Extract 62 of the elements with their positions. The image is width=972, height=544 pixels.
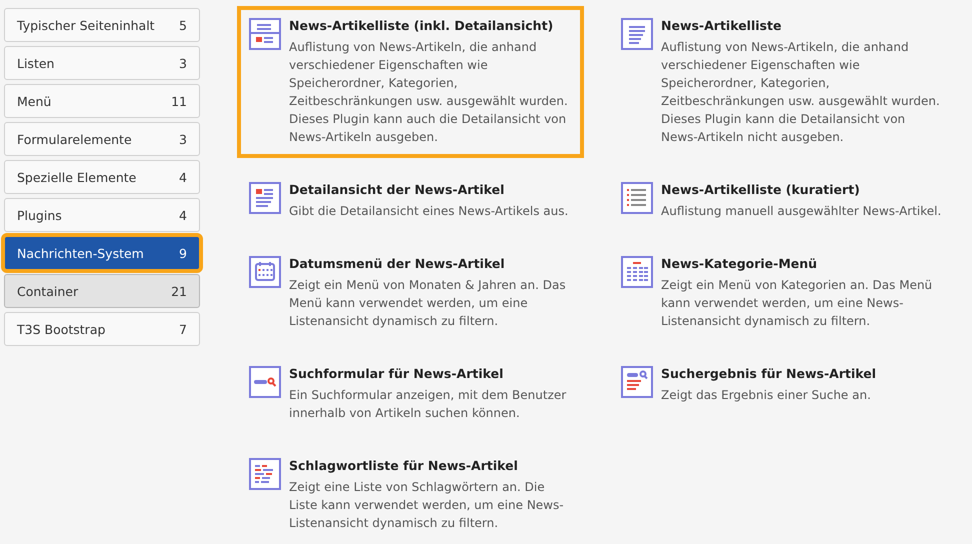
detail-icon [249, 182, 281, 214]
category-item[interactable]: Typischer Seiteninhalt 5 [4, 8, 200, 42]
search-form-icon [249, 366, 281, 398]
category-label: Formularelemente [17, 132, 132, 146]
element-title: News-Artikelliste (kuratiert) [661, 182, 861, 198]
category-count: 11 [171, 94, 187, 108]
element-description: Zeigt ein Menü von Monaten & Jahren an. Das Menü kann verwendet werden, um eine Listenansicht dynamisch zu filtern. [289, 277, 567, 330]
content-element-option[interactable] [237, 6, 584, 158]
element-title: Schlagwortliste für News-Artikel [289, 458, 519, 474]
content-element-option[interactable]: Schlagwortliste für News-Artikel Zeigt eine Liste von Schlagwörtern an. Die Liste kann verwendet werden, um eine News-Listenansicht dynamisch zu filtern. [237, 446, 584, 544]
content-element-option[interactable]: Suchformular für News-Artikel Ein Suchformular anzeigen, mit dem Benutzer innerhalb von Artikeln suchen können. [237, 354, 584, 434]
category-menu-icon [621, 256, 653, 288]
category-item[interactable]: T3S Bootstrap 7 [4, 312, 200, 346]
category-label: Plugins [17, 208, 62, 222]
element-description: Ein Suchformular anzeigen, mit dem Benutzer innerhalb von Artikeln suchen können. [289, 387, 568, 422]
category-count: 4 [179, 170, 187, 184]
calendar-icon [249, 256, 281, 288]
content-element-option[interactable]: News-Artikelliste (kuratiert) Auflistung manuell ausgewählter News-Artikel. [609, 170, 956, 232]
element-description: Auflistung von News-Artikeln, die anhand verschiedener Eigenschaften wie Speicherordner, Kategorien, Zeitbeschränkungen usw. ausgewählt wurden. Dieses Plugin kann die Detailansicht von News-Artikeln nicht ausgeben. [661, 39, 941, 146]
element-description: Zeigt eine Liste von Schlagwörtern an. Die Liste kann verwendet werden, um eine News-Listenansicht dynamisch zu filtern. [289, 479, 565, 532]
content-element-option[interactable]: News-Kategorie-Menü Zeigt ein Menü von Kategorien an. Das Menü kann verwendet werden, um eine News-Listenansicht dynamisch zu filtern. [609, 244, 956, 342]
content-element-option[interactable]: Suchergebnis für News-Artikel Zeigt das Ergebnis einer Suche an. [609, 354, 956, 416]
element-title: News-Kategorie-Menü [661, 256, 818, 272]
category-count: 3 [179, 56, 187, 70]
element-description: Auflistung von News-Artikeln, die anhand verschiedener Eigenschaften wie Speicherordner, Kategorien, Zeitbeschränkungen usw. ausgewählt wurden. Dieses Plugin kann auch die Detailansicht von News-Artikeln ausgeben. [289, 39, 569, 146]
category-label: Listen [17, 56, 54, 70]
element-description: Zeigt das Ergebnis einer Suche an. [661, 387, 872, 404]
element-title: Datumsmenü der News-Artikel [289, 256, 506, 272]
content-element-option[interactable]: Datumsmenü der News-Artikel Zeigt ein Menü von Monaten & Jahren an. Das Menü kann verwendet werden, um eine Listenansicht dynamisch zu filtern. [237, 244, 584, 342]
category-item[interactable]: Formularelemente 3 [4, 122, 200, 156]
category-count: 9 [179, 246, 187, 260]
element-description: Zeigt ein Menü von Kategorien an. Das Menü kann verwendet werden, um eine News-Listenansicht dynamisch zu filtern. [661, 277, 934, 330]
category-item[interactable]: Plugins 4 [4, 198, 200, 232]
element-title: Suchformular für News-Artikel [289, 366, 504, 382]
category-label: Spezielle Elemente [17, 170, 136, 184]
element-description: Auflistung manuell ausgewählter News-Artikel. [661, 203, 942, 220]
element-title: Suchergebnis für News-Artikel [661, 366, 878, 382]
category-count: 21 [171, 284, 187, 298]
category-count: 4 [179, 208, 187, 222]
category-label: Typischer Seiteninhalt [17, 18, 155, 32]
category-label: Menü [17, 94, 52, 108]
category-label: T3S Bootstrap [17, 322, 106, 336]
category-label: Nachrichten-System [17, 246, 144, 260]
content-element-option[interactable]: Detailansicht der News-Artikel Gibt die Detailansicht eines News-Artikels aus. [237, 170, 584, 232]
checklist-icon [621, 182, 653, 214]
category-item[interactable]: Spezielle Elemente 4 [4, 160, 200, 194]
list-detail-icon [249, 18, 281, 50]
category-item[interactable]: Container 21 [4, 274, 200, 308]
category-item[interactable]: Listen 3 [4, 46, 200, 80]
category-count: 7 [179, 322, 187, 336]
list-icon [621, 18, 653, 50]
element-description: Gibt die Detailansicht eines News-Artikels aus. [289, 203, 570, 220]
element-title: Detailansicht der News-Artikel [289, 182, 506, 198]
category-count: 5 [179, 18, 187, 32]
tag-list-icon [249, 458, 281, 490]
element-title: News-Artikelliste (inkl. Detailansicht) [289, 18, 554, 34]
category-count: 3 [179, 132, 187, 146]
search-results-icon [621, 366, 653, 398]
element-title: News-Artikelliste [661, 18, 782, 34]
category-label: Container [17, 284, 78, 298]
category-item[interactable]: Menü 11 [4, 84, 200, 118]
category-item[interactable]: Nachrichten-System 9 [4, 236, 200, 270]
